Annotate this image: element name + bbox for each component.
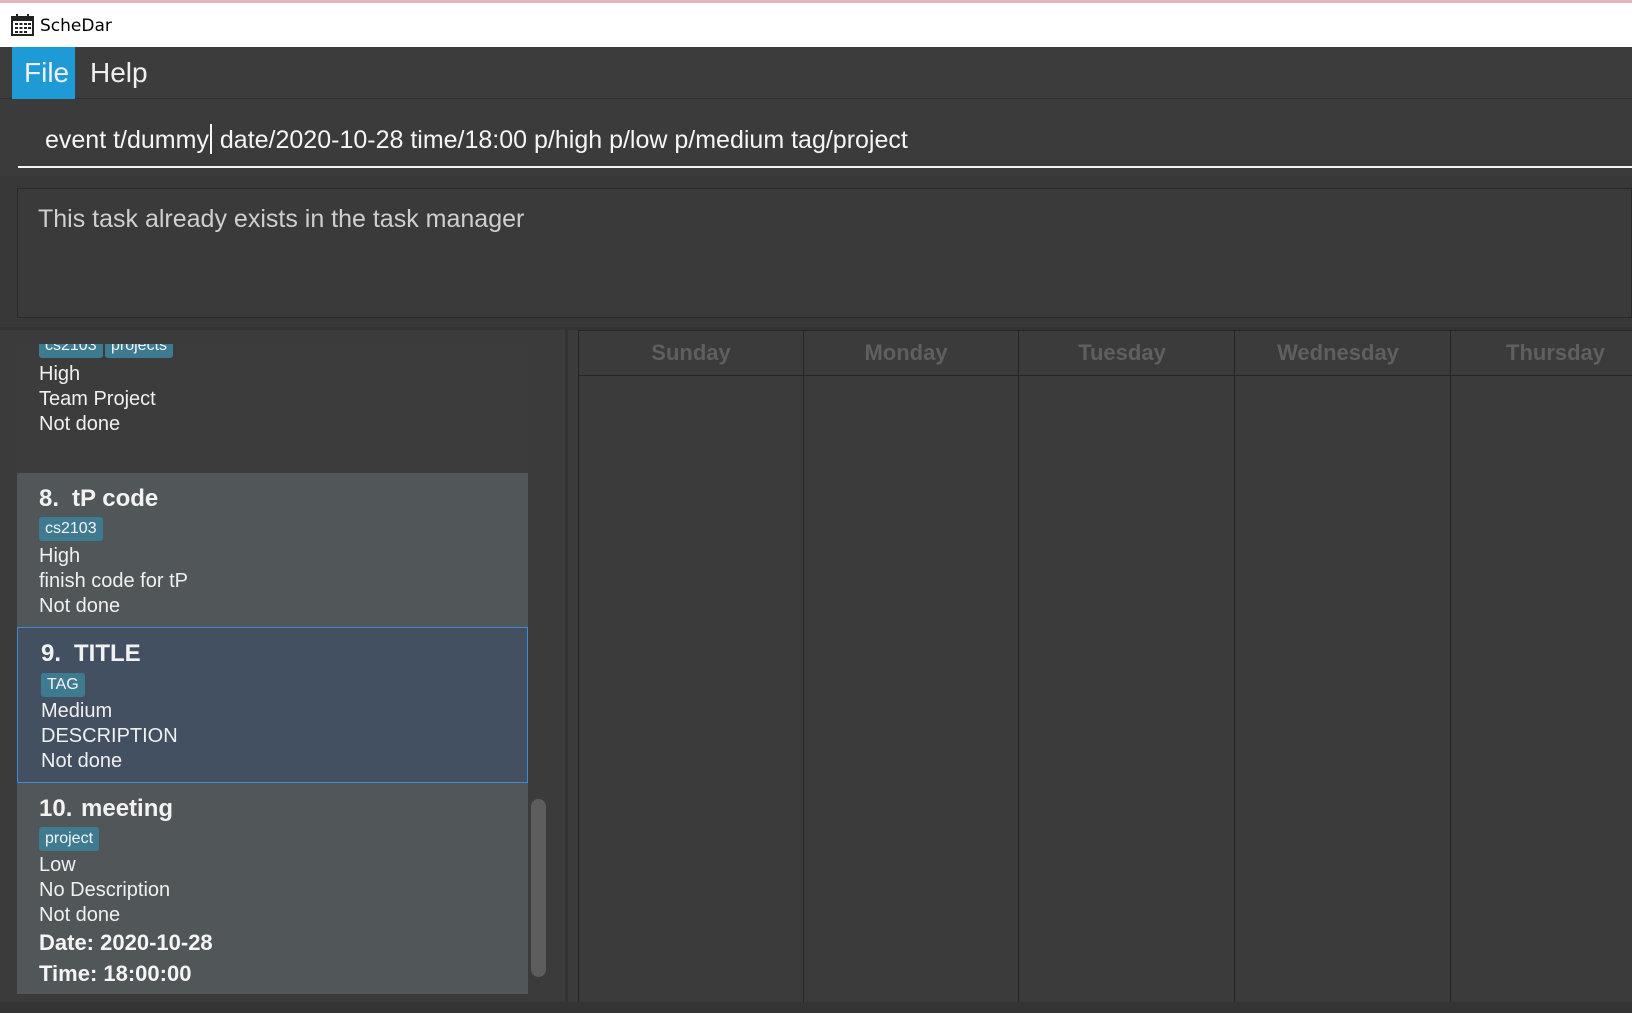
task-priority: Medium	[41, 700, 113, 722]
task-tag: TAG	[41, 673, 85, 697]
task-date: Date: 2020-10-28	[39, 930, 213, 955]
day-header: Monday	[794, 331, 1018, 376]
task-list[interactable]: cs2103 projects High Team Project Not do…	[17, 344, 528, 994]
task-title: tP code	[72, 485, 159, 512]
task-index: 8.	[39, 485, 60, 512]
task-index: 9.	[41, 640, 62, 667]
task-title: meeting	[81, 795, 174, 822]
command-text-after-caret: date/2020-10-28 time/18:00 p/high p/low …	[212, 126, 908, 154]
day-column-monday[interactable]: Monday	[794, 331, 1019, 1003]
task-description: Team Project	[39, 388, 156, 410]
title-bar: ScheDar	[0, 0, 1632, 47]
menu-help[interactable]: Help	[78, 47, 160, 99]
day-header: Thursday	[1442, 331, 1632, 376]
day-header: Tuesday	[1010, 331, 1234, 376]
task-priority: High	[39, 363, 81, 385]
menu-bar: File Help	[0, 47, 1632, 99]
result-display-pane: This task already exists in the task man…	[0, 176, 1632, 327]
bottom-border	[0, 1002, 1632, 1013]
task-title: TITLE	[74, 640, 141, 667]
task-status: Not done	[41, 750, 123, 772]
task-tag: projects	[105, 344, 174, 358]
day-header: Wednesday	[1226, 331, 1450, 376]
task-list-scrollbar-thumb[interactable]	[531, 799, 546, 977]
task-priority: High	[39, 545, 81, 567]
task-tag: cs2103	[39, 344, 103, 358]
calendar-week-grid: Sunday Monday Tuesday Wednesday Thursday	[578, 330, 1632, 1003]
task-index: 10.	[39, 795, 73, 822]
command-box: event t/dummy date/2020-10-28 time/18:00…	[10, 102, 1632, 174]
task-status: Not done	[39, 904, 121, 926]
task-description: finish code for tP	[39, 570, 188, 592]
command-text-before-caret: event t/dummy	[45, 126, 209, 154]
day-column-sunday[interactable]: Sunday	[579, 331, 804, 1003]
calendar-panel: Sunday Monday Tuesday Wednesday Thursday	[568, 330, 1632, 1013]
command-input[interactable]: event t/dummy date/2020-10-28 time/18:00…	[18, 102, 1632, 168]
day-column-tuesday[interactable]: Tuesday	[1010, 331, 1235, 1003]
task-priority: Low	[39, 854, 76, 876]
task-status: Not done	[39, 595, 121, 617]
task-card[interactable]: cs2103 projects High Team Project Not do…	[17, 344, 528, 473]
window-title: ScheDar	[40, 16, 112, 36]
task-tag: project	[39, 827, 100, 851]
day-column-wednesday[interactable]: Wednesday	[1226, 331, 1451, 1003]
calendar-icon	[11, 14, 34, 41]
task-card-selected[interactable]: 9. TITLE TAG Medium DESCRIPTION Not done	[17, 627, 528, 783]
day-column-thursday[interactable]: Thursday	[1442, 331, 1632, 1003]
task-description: DESCRIPTION	[41, 725, 178, 747]
task-card[interactable]: 10. meeting project Low No Description N…	[17, 783, 528, 994]
task-card[interactable]: 8. tP code cs2103 High finish code for t…	[17, 473, 528, 627]
result-display[interactable]: This task already exists in the task man…	[17, 188, 1632, 318]
task-tag: cs2103	[39, 517, 103, 541]
task-list-panel: cs2103 projects High Team Project Not do…	[0, 330, 565, 1013]
task-time: Time: 18:00:00	[39, 961, 192, 986]
text-caret	[209, 124, 212, 154]
task-status: Not done	[39, 413, 121, 435]
day-header: Sunday	[579, 331, 803, 376]
task-description: No Description	[39, 879, 171, 901]
menu-file[interactable]: File	[12, 47, 75, 99]
